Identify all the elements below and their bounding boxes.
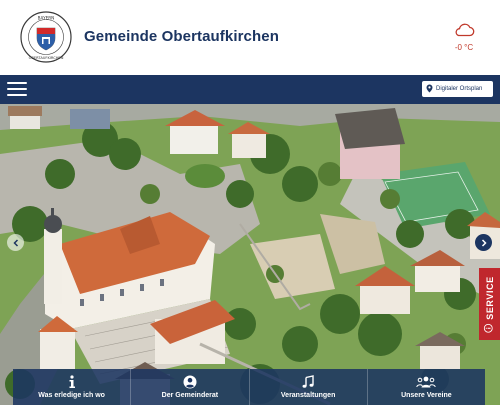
carousel-prev-button[interactable]: [7, 234, 24, 251]
info-icon: [484, 323, 495, 333]
chevron-left-icon: [12, 234, 20, 252]
weather-temperature: -0 °C: [454, 43, 474, 52]
chevron-right-icon: [480, 234, 488, 252]
service-tab[interactable]: SERVICE: [479, 268, 500, 340]
quicklink-label: Der Gemeinderat: [161, 392, 219, 399]
group-icon: [416, 375, 437, 389]
quicklink-unsere-vereine[interactable]: Unsere Vereine: [368, 369, 485, 405]
site-header: BAYERN OBERTAUFKIRCHEN Gemeinde Obertauf…: [0, 0, 500, 75]
quicklink-label: Unsere Vereine: [401, 392, 452, 399]
svg-text:OBERTAUFKIRCHEN: OBERTAUFKIRCHEN: [29, 56, 64, 60]
svg-text:BAYERN: BAYERN: [38, 16, 55, 21]
map-pin-icon: [426, 84, 433, 95]
quicklink-der-gemeinderat[interactable]: Der Gemeinderat: [131, 369, 250, 405]
service-tab-label: SERVICE: [484, 275, 495, 320]
quicklink-label: Veranstaltungen: [280, 392, 336, 399]
quicklink-label: Was erledige ich wo: [38, 392, 105, 399]
municipality-crest-logo[interactable]: BAYERN OBERTAUFKIRCHEN: [20, 11, 72, 63]
weather-widget[interactable]: -0 °C: [446, 22, 482, 52]
hero-aerial-photo: [0, 104, 500, 405]
site-title[interactable]: Gemeinde Obertaufkirchen: [84, 28, 279, 45]
quick-links-bar: Was erledige ich wo Der Gemeinderat Vera…: [13, 369, 485, 405]
cloud-icon: [446, 22, 482, 37]
hamburger-icon[interactable]: [7, 82, 27, 97]
digital-map-label: Digitaler Ortsplan: [436, 86, 483, 92]
app-window: BAYERN OBERTAUFKIRCHEN Gemeinde Obertauf…: [0, 0, 500, 405]
digital-map-button[interactable]: Digitaler Ortsplan: [422, 81, 493, 97]
quicklink-was-erledige-ich-wo[interactable]: Was erledige ich wo: [13, 369, 132, 405]
music-note-icon: [301, 375, 315, 389]
user-icon: [183, 375, 197, 389]
info-icon: [68, 375, 76, 389]
carousel-next-button[interactable]: [475, 234, 492, 251]
quicklink-veranstaltungen[interactable]: Veranstaltungen: [250, 369, 368, 405]
